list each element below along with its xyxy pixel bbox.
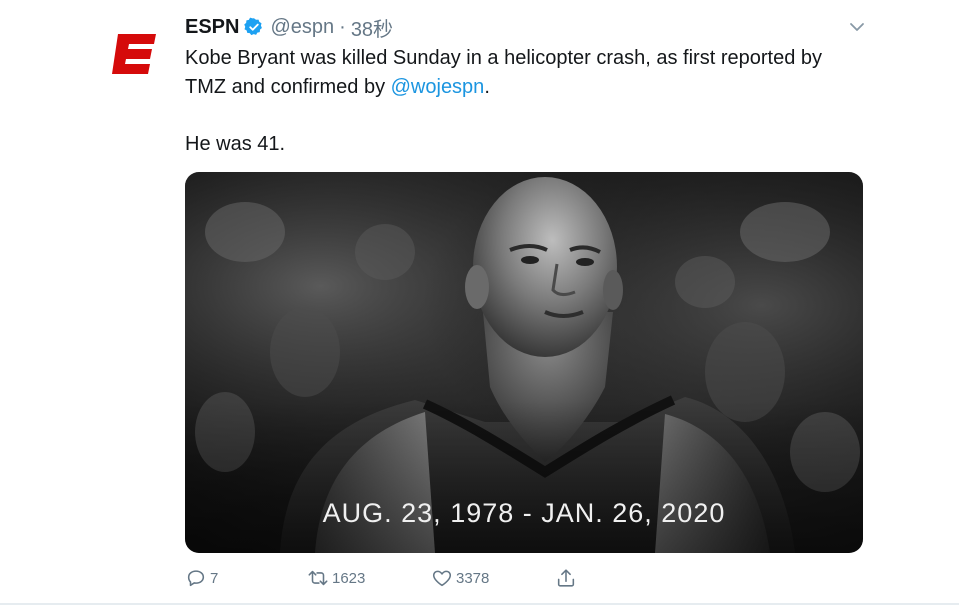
tweet: ESPN @espn · 38秒 Kobe Bryant was killed …: [0, 0, 959, 605]
tweet-text-period: .: [484, 76, 490, 98]
image-date-caption: AUG. 23, 1978 - JAN. 26, 2020: [322, 498, 726, 528]
reply-icon: [187, 570, 205, 587]
espn-e-logo-icon: [112, 34, 156, 74]
like-count: 3378: [456, 569, 490, 587]
like-button[interactable]: 3378: [431, 566, 489, 590]
espn-logo-avatar[interactable]: [112, 32, 156, 76]
retweet-icon: [308, 570, 328, 586]
reply-count: 7: [210, 569, 219, 587]
tweet-text: Kobe Bryant was killed Sunday in a helic…: [185, 44, 865, 159]
tweet-actions: 7 1623 3378: [185, 566, 605, 590]
heart-icon: [432, 570, 452, 587]
tweet-text-paragraph-2: He was 41.: [185, 133, 286, 155]
tweet-text-paragraph-1: Kobe Bryant was killed Sunday in a helic…: [185, 44, 865, 102]
share-icon: [557, 569, 575, 587]
author-handle[interactable]: @espn: [270, 16, 334, 39]
retweet-count: 1623: [332, 569, 366, 587]
tweet-options-chevron-down-icon[interactable]: [846, 16, 868, 38]
verified-badge-icon: [244, 17, 264, 37]
tweet-media-image[interactable]: AUG. 23, 1978 - JAN. 26, 2020: [185, 172, 863, 553]
tweet-text-main: Kobe Bryant was killed Sunday in a helic…: [185, 47, 822, 98]
reply-button[interactable]: 7: [185, 566, 218, 590]
share-button[interactable]: [555, 566, 580, 590]
header-separator: ·: [339, 15, 346, 38]
author-name[interactable]: ESPN: [185, 16, 239, 39]
tweet-timestamp[interactable]: 38秒: [351, 13, 393, 42]
tweet-header: ESPN @espn · 38秒: [185, 13, 393, 41]
portrait-photo: [185, 172, 863, 553]
retweet-button[interactable]: 1623: [307, 566, 365, 590]
mention-link-wojespn[interactable]: @wojespn: [391, 76, 485, 98]
